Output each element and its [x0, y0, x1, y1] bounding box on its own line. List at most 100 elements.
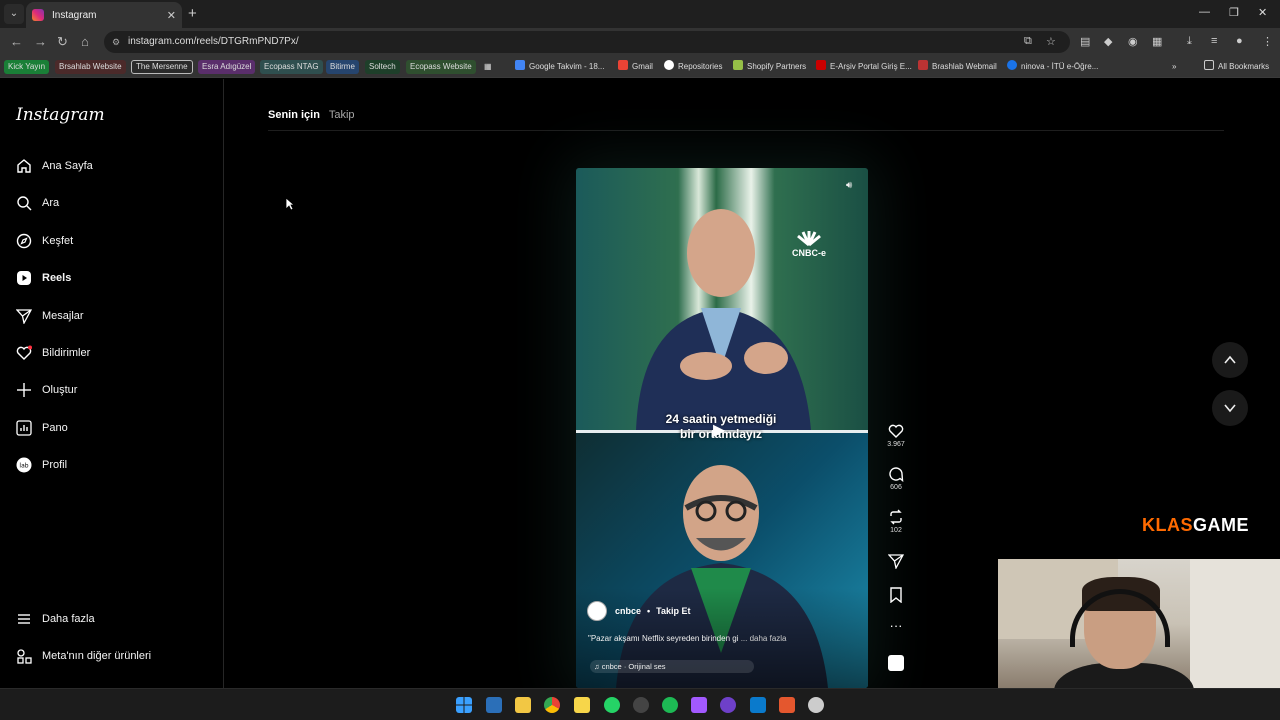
bookmarks-overflow-icon[interactable]: » [1172, 60, 1176, 74]
install-icon[interactable]: ⧉ [1024, 35, 1032, 48]
media-icon[interactable]: ≡ [1211, 35, 1217, 47]
browser-tab[interactable]: Instagram ✕ [26, 2, 182, 28]
bookmark-gmail[interactable]: Gmail [618, 60, 653, 74]
audio-label: cnbce · Orijinal ses [601, 662, 666, 671]
site-info-icon[interactable]: ⚙ [112, 31, 120, 53]
bookmark-esra[interactable]: Esra Adıgüzel [198, 60, 256, 74]
bookmark-ecopass-website[interactable]: Ecopass Website [406, 60, 476, 74]
nav-explore[interactable]: Keşfet [16, 229, 73, 253]
home-button[interactable]: ⌂ [81, 34, 89, 49]
reel-video[interactable]: CNBC-e 24 saatin yetmediği bir ortamdayı… [576, 168, 868, 688]
tab-close-icon[interactable]: ✕ [167, 9, 176, 22]
download-icon[interactable]: ⤓ [1187, 35, 1192, 48]
tab-following[interactable]: Takip [329, 109, 355, 121]
spotify-icon[interactable] [662, 697, 678, 713]
restore-button[interactable]: ❐ [1229, 6, 1239, 19]
nav-more[interactable]: Daha fazla [16, 607, 95, 631]
github-desktop-icon[interactable] [720, 697, 736, 713]
color-extension-icon[interactable]: ◆ [1104, 35, 1112, 48]
bookmark-bitirme[interactable]: Bitirme [326, 60, 359, 74]
nav-home[interactable]: Ana Sayfa [16, 154, 93, 178]
instagram-favicon [32, 9, 44, 21]
nav-dashboard[interactable]: Pano [16, 416, 68, 440]
nav-meta[interactable]: Meta'nın diğer ürünleri [16, 644, 151, 668]
nav-messages-label: Mesajlar [42, 310, 84, 322]
url-field[interactable]: ⚙ instagram.com/reels/DTGRmPND7Px/ [104, 31, 1070, 53]
new-tab-button[interactable]: + [188, 5, 197, 22]
whatsapp-icon[interactable] [604, 697, 620, 713]
bookmark-icon[interactable] [888, 587, 904, 603]
forward-button[interactable]: → [34, 34, 47, 49]
instagram-logo[interactable]: Instagram [16, 105, 105, 125]
follow-button[interactable]: Takip Et [656, 606, 690, 616]
mouse-cursor-icon [285, 197, 295, 211]
bookmarks-bar: Kick Yayın Brsahlab Website The Mersenne… [0, 56, 1280, 78]
speaker-icon[interactable]: 🔊︎ [846, 180, 852, 191]
extension2-icon[interactable]: ◉ [1128, 35, 1138, 48]
nav-home-label: Ana Sayfa [42, 160, 93, 172]
tab-search-button[interactable]: ⌄ [4, 4, 24, 24]
more-options-icon[interactable]: ··· [884, 619, 908, 632]
bookmark-brsahlab[interactable]: Brsahlab Website [55, 60, 126, 74]
previous-reel-button[interactable] [1212, 342, 1248, 378]
apps-grid-icon[interactable]: ▦ [484, 60, 492, 74]
nav-reels[interactable]: Reels [16, 266, 71, 290]
app2-icon[interactable] [779, 697, 795, 713]
repost-icon[interactable] [888, 509, 904, 525]
bookmark-earsiv[interactable]: E-Arşiv Portal Giriş E... [816, 60, 912, 74]
author-name[interactable]: cnbce [615, 606, 641, 616]
sticky-notes-icon[interactable] [574, 697, 590, 713]
app-icon[interactable] [633, 697, 649, 713]
bookmark-ninova[interactable]: ninova - İTÜ e-Öğre... [1007, 60, 1098, 74]
klasgame-watermark: KLASGAME [1142, 515, 1249, 536]
meet-icon[interactable] [486, 697, 502, 713]
close-window-button[interactable]: ✕ [1258, 6, 1267, 19]
nav-reels-label: Reels [42, 272, 72, 284]
back-button[interactable]: ← [10, 34, 23, 49]
bookmark-google-calendar[interactable]: Google Takvim - 18... [515, 60, 604, 74]
bookmark-ecopass-ntag[interactable]: Ecopass NTAG [260, 60, 323, 74]
nav-create[interactable]: Oluştur [16, 378, 77, 402]
bookmark-star-icon[interactable]: ☆ [1046, 35, 1056, 48]
heart-icon[interactable] [888, 423, 904, 439]
repost-action[interactable]: 102 [884, 509, 908, 534]
comment-action[interactable]: 606 [884, 466, 908, 491]
file-explorer-icon[interactable] [515, 697, 531, 713]
minimize-button[interactable]: — [1199, 6, 1210, 18]
nav-notifications[interactable]: Bildirimler [16, 341, 90, 365]
author-avatar[interactable] [587, 601, 607, 621]
extensions-puzzle-icon[interactable]: ▦ [1152, 35, 1162, 48]
nav-search[interactable]: Ara [16, 191, 59, 215]
audio-thumbnail[interactable] [888, 655, 904, 671]
reload-button[interactable]: ↻ [57, 34, 68, 50]
bookmark-mersenne[interactable]: The Mersenne [131, 60, 193, 74]
vscode-icon[interactable] [750, 697, 766, 713]
profile-avatar-icon[interactable]: ● [1236, 35, 1243, 47]
bookmark-kick[interactable]: Kick Yayın [4, 60, 50, 74]
bookmark-repositories[interactable]: Repositories [664, 60, 722, 74]
save-action[interactable] [884, 587, 908, 603]
app3-icon[interactable] [808, 697, 824, 713]
comment-icon[interactable] [888, 466, 904, 482]
caption-more-link[interactable]: ... daha fazla [738, 634, 787, 643]
like-action[interactable]: 3.967 [884, 423, 908, 448]
reel-audio[interactable]: ♫ cnbce · Orijinal ses [590, 660, 754, 673]
windows-start-icon[interactable] [456, 697, 472, 713]
chrome-icon[interactable] [544, 697, 560, 713]
figma-icon[interactable] [691, 697, 707, 713]
nav-messages[interactable]: Mesajlar [16, 304, 84, 328]
music-note-icon: ♫ [594, 662, 600, 671]
extension-icon[interactable]: ▤ [1080, 35, 1090, 48]
share-action[interactable] [884, 553, 908, 569]
tab-for-you[interactable]: Senin için [268, 109, 320, 121]
all-bookmarks[interactable]: All Bookmarks [1204, 60, 1269, 74]
next-reel-button[interactable] [1212, 390, 1248, 426]
meta-apps-icon [16, 648, 32, 664]
play-icon[interactable]: ▶ [713, 420, 731, 439]
menu-icon[interactable]: ⋮ [1262, 35, 1273, 48]
send-icon[interactable] [888, 553, 904, 569]
nav-profile[interactable]: lab Profil [16, 453, 67, 477]
bookmark-brashlab-webmail[interactable]: Brashlab Webmail [918, 60, 997, 74]
bookmark-soltech[interactable]: Soltech [365, 60, 400, 74]
bookmark-shopify[interactable]: Shopify Partners [733, 60, 806, 74]
